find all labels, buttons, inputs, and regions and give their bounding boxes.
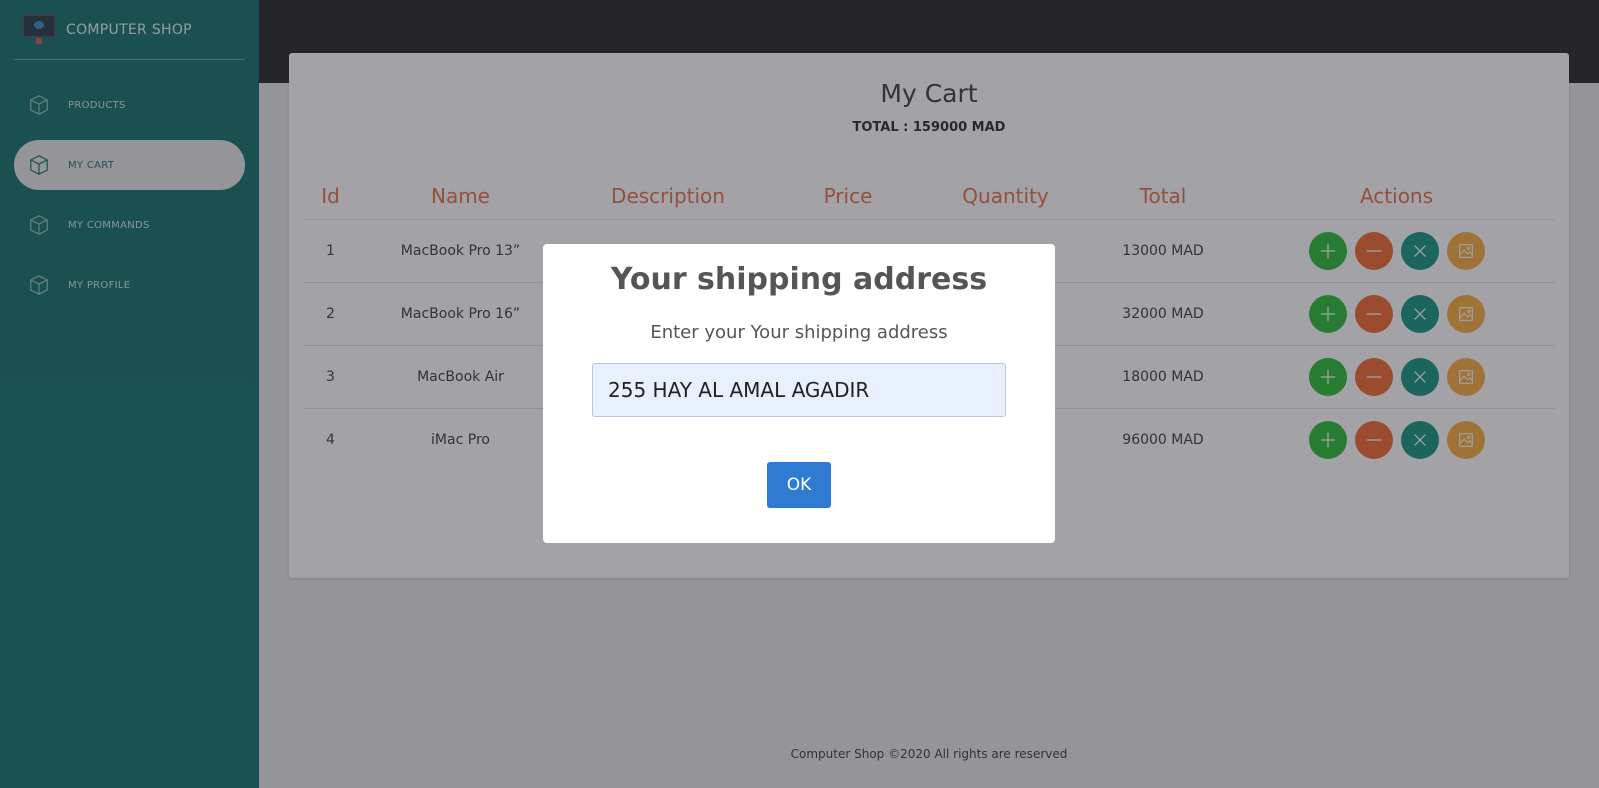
dialog-label: Enter your Your shipping address (650, 322, 948, 343)
dialog-title: Your shipping address (610, 262, 988, 297)
shipping-address-dialog: Your shipping address Enter your Your sh… (543, 244, 1055, 543)
ok-button[interactable]: OK (767, 462, 831, 508)
shipping-address-input[interactable] (592, 363, 1006, 417)
